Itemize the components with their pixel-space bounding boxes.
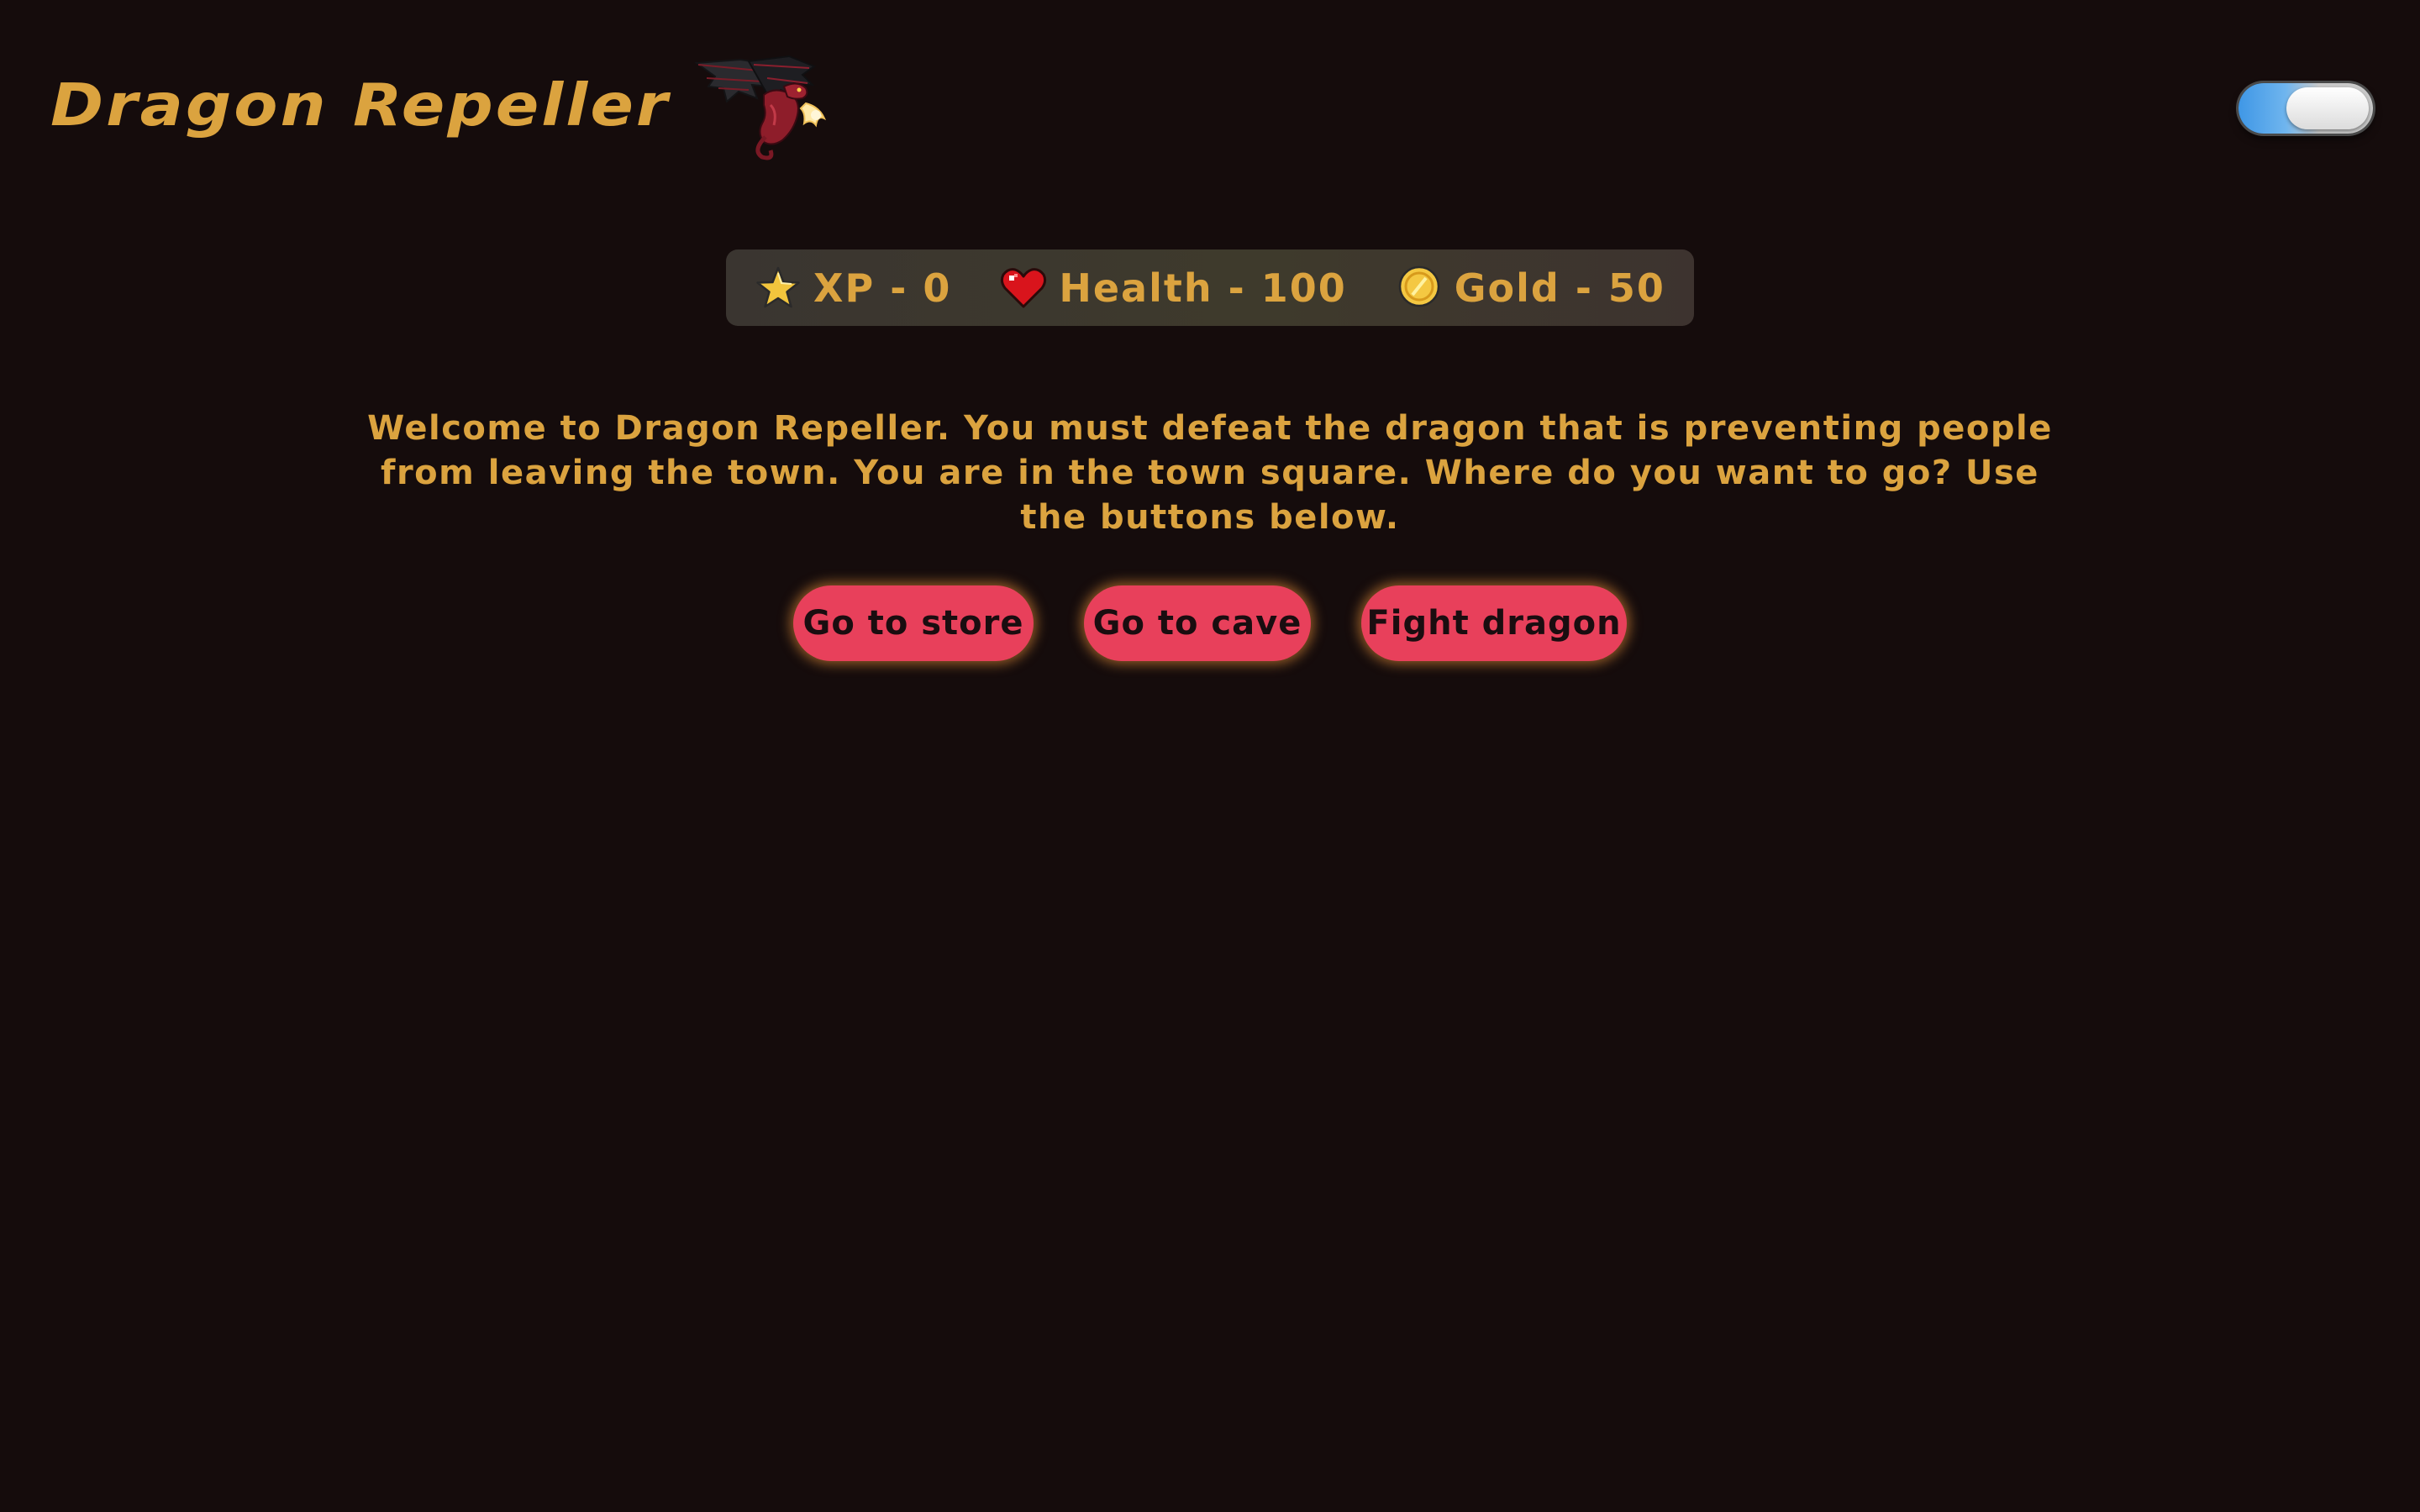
health-text: Health - 100 xyxy=(1059,265,1347,311)
theme-toggle[interactable] xyxy=(2238,83,2373,134)
game-message: Welcome to Dragon Repeller. You must def… xyxy=(367,409,2053,537)
fight-dragon-button[interactable]: Fight dragon xyxy=(1361,585,1627,661)
gold-text: Gold - 50 xyxy=(1454,265,1665,311)
go-to-cave-button[interactable]: Go to cave xyxy=(1084,585,1311,661)
heart-icon xyxy=(1001,267,1047,307)
toggle-knob xyxy=(2286,87,2369,129)
xp-text: XP - 0 xyxy=(813,265,952,311)
star-icon xyxy=(756,266,800,307)
health-stat: Health - 100 xyxy=(1000,265,1346,312)
controls: Go to store Go to cave Fight dragon xyxy=(0,585,2420,661)
header: Dragon Repeller xyxy=(50,50,833,160)
xp-stat: XP - 0 xyxy=(755,265,951,312)
coin-icon xyxy=(1398,265,1439,307)
gold-stat: Gold - 50 xyxy=(1396,265,1665,312)
stats-bar: XP - 0 Health - 100 Gold - 50 xyxy=(726,249,1694,326)
go-to-store-button[interactable]: Go to store xyxy=(793,585,1034,661)
dragon-icon xyxy=(694,55,827,160)
game-title: Dragon Repeller xyxy=(50,70,671,139)
